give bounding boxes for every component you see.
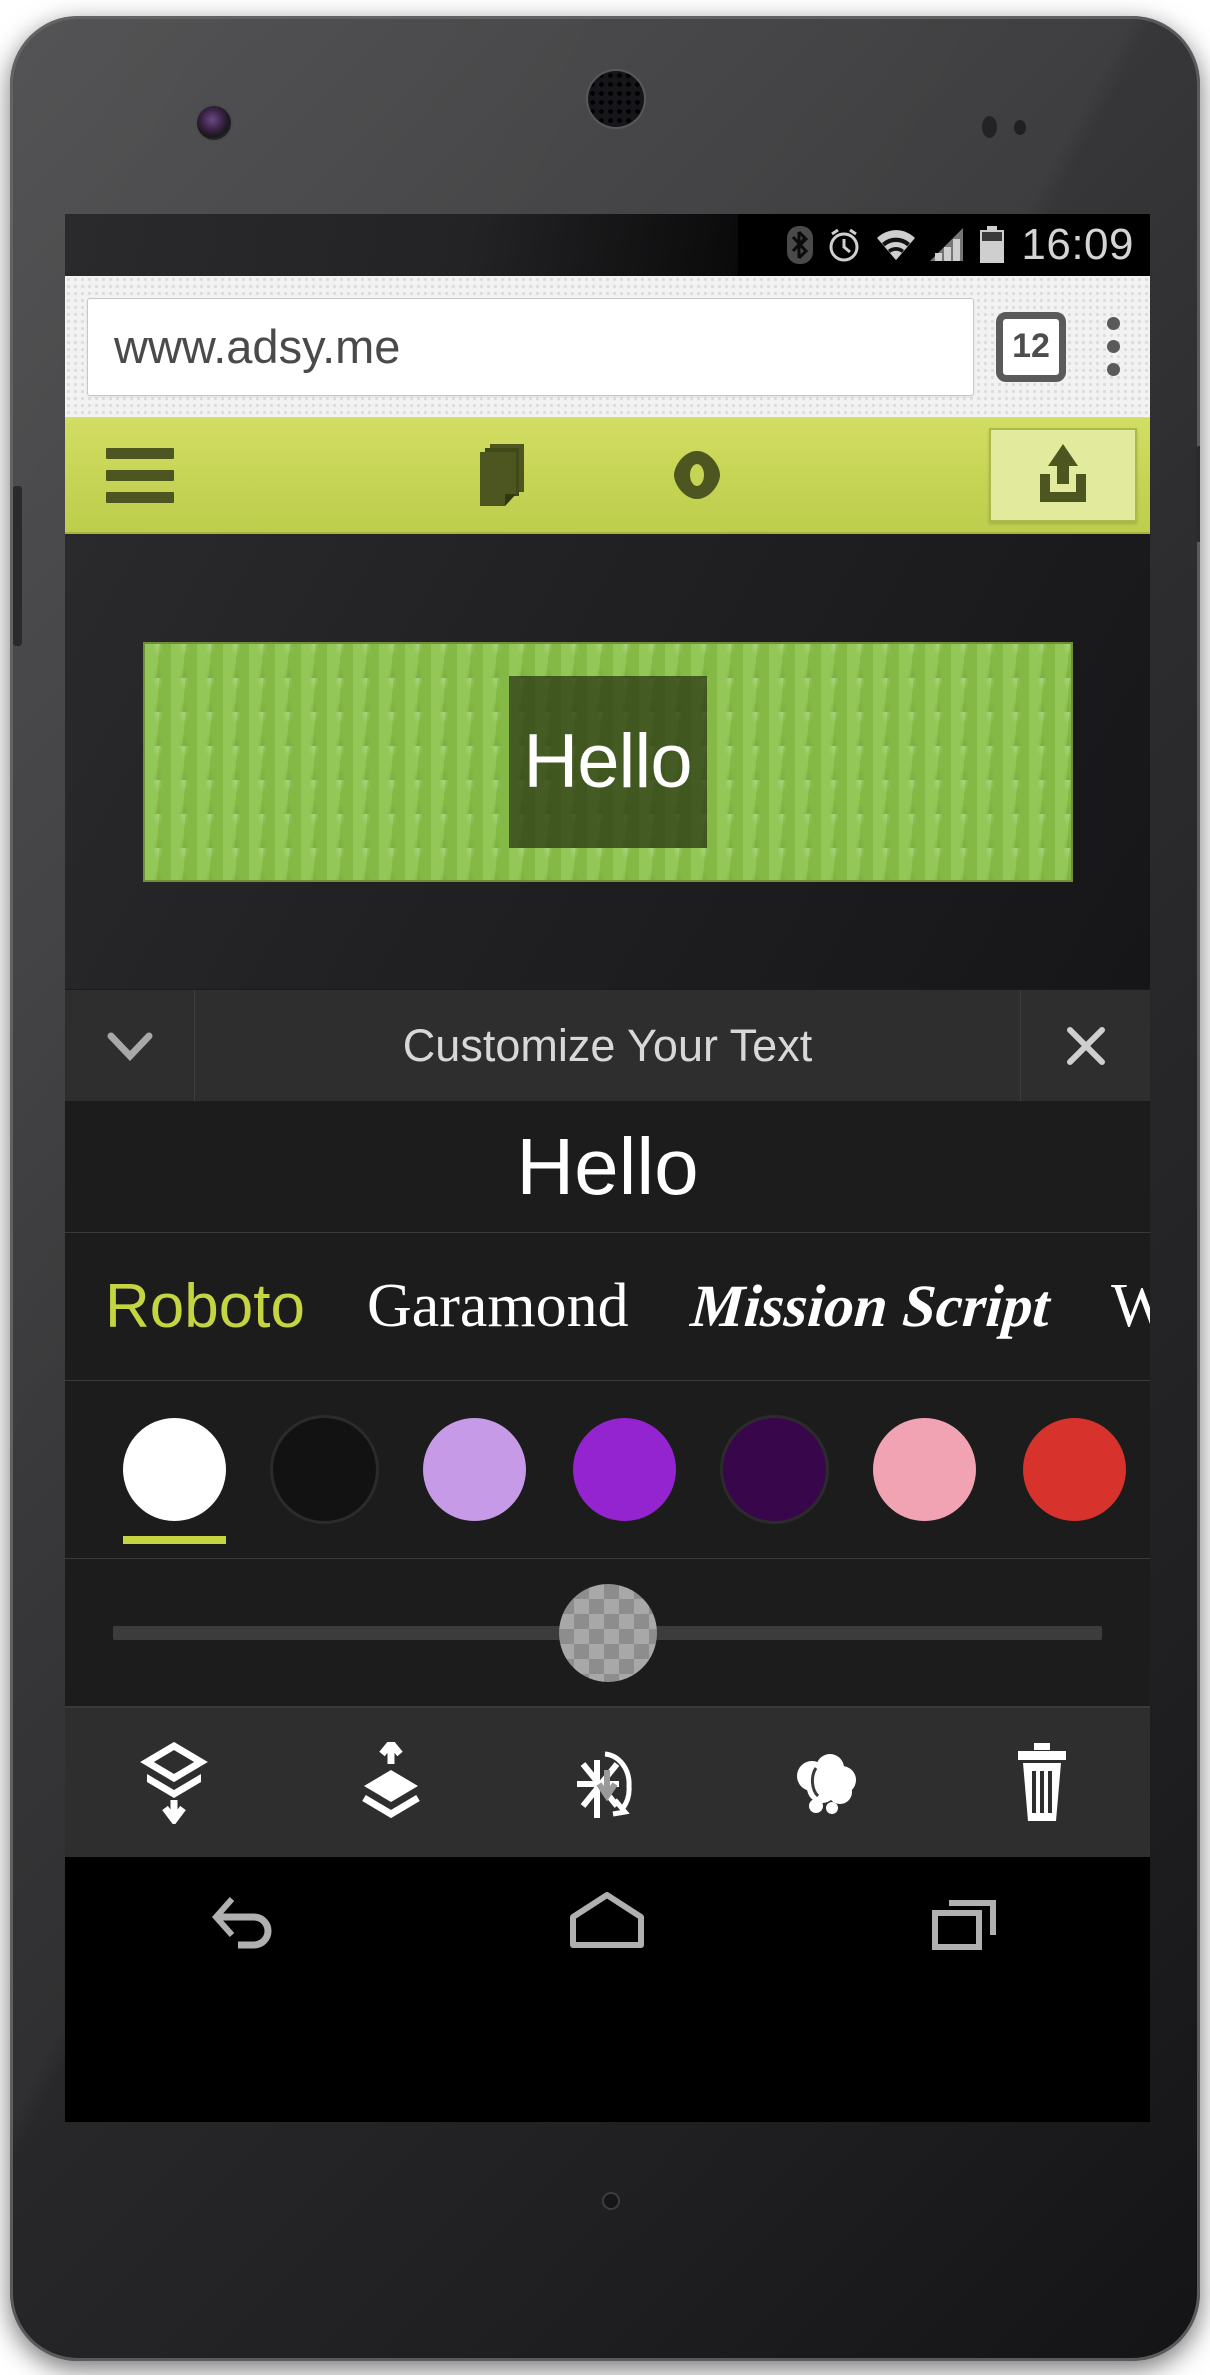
export-button[interactable] bbox=[989, 428, 1137, 522]
home-button[interactable] bbox=[512, 1857, 702, 1987]
color-swatch-fill bbox=[873, 1418, 976, 1521]
status-bar: 16:09 bbox=[65, 214, 1150, 276]
back-icon bbox=[211, 1897, 272, 1949]
earpiece-speaker bbox=[588, 71, 644, 127]
chevron-down-icon bbox=[107, 1032, 152, 1061]
text-layer-content: Hello bbox=[523, 719, 692, 804]
menu-button[interactable] bbox=[65, 418, 215, 532]
delete-icon bbox=[1017, 1742, 1066, 1821]
status-bar-clock: 16:09 bbox=[1021, 220, 1134, 269]
font-picker[interactable]: Roboto Garamond Mission Script W bbox=[65, 1233, 1150, 1381]
recents-icon bbox=[932, 1900, 997, 1950]
color-swatch-fill bbox=[1023, 1418, 1126, 1521]
bluetooth-icon bbox=[787, 226, 814, 264]
flip-rotate-button[interactable] bbox=[528, 1708, 688, 1857]
bring-forward-icon bbox=[361, 1741, 420, 1818]
microphone bbox=[604, 2194, 618, 2208]
color-swatch-fill bbox=[123, 1418, 226, 1521]
color-swatch-fill bbox=[573, 1418, 676, 1521]
light-sensor bbox=[1014, 120, 1026, 135]
delete-button[interactable] bbox=[962, 1708, 1122, 1857]
shadow-icon bbox=[796, 1753, 856, 1814]
layer-action-bar bbox=[65, 1707, 1150, 1857]
color-swatch-black[interactable] bbox=[273, 1418, 376, 1521]
back-button[interactable] bbox=[151, 1857, 341, 1987]
url-text: www.adsy.me bbox=[114, 320, 401, 373]
bring-forward-button[interactable] bbox=[311, 1708, 471, 1857]
wifi-icon bbox=[877, 230, 916, 260]
hamburger-menu-icon bbox=[106, 447, 174, 503]
color-swatch-light-purple[interactable] bbox=[423, 1418, 526, 1521]
color-swatch-purple[interactable] bbox=[573, 1418, 676, 1521]
font-option-roboto[interactable]: Roboto bbox=[105, 1271, 305, 1342]
slider-thumb[interactable] bbox=[558, 1583, 657, 1682]
color-swatch-pink[interactable] bbox=[873, 1418, 976, 1521]
panel-header: Customize Your Text bbox=[65, 989, 1150, 1101]
power-button[interactable] bbox=[1196, 446, 1200, 542]
font-option-mission-script[interactable]: Mission Script bbox=[688, 1272, 1051, 1341]
status-bar-icons bbox=[787, 226, 1005, 264]
volume-button[interactable] bbox=[13, 486, 22, 646]
home-icon bbox=[570, 1892, 645, 1948]
send-backward-button[interactable] bbox=[94, 1708, 254, 1857]
preview-button[interactable] bbox=[632, 418, 762, 532]
color-swatch-fill bbox=[723, 1418, 826, 1521]
canvas-area[interactable]: Hello bbox=[65, 534, 1150, 989]
overflow-menu-icon-dot bbox=[1106, 317, 1120, 330]
text-preview-value: Hello bbox=[516, 1121, 699, 1211]
color-swatch-fill bbox=[423, 1418, 526, 1521]
alarm-icon bbox=[829, 228, 859, 262]
proximity-sensor bbox=[982, 116, 997, 138]
overflow-menu-icon-dot bbox=[1106, 340, 1120, 353]
opacity-slider[interactable] bbox=[65, 1559, 1150, 1707]
front-camera bbox=[197, 106, 231, 140]
pages-button[interactable] bbox=[442, 418, 572, 532]
color-swatch-red[interactable] bbox=[1023, 1418, 1126, 1521]
eye-icon bbox=[674, 451, 720, 499]
collapse-panel-button[interactable] bbox=[65, 990, 195, 1101]
color-swatch-white[interactable] bbox=[123, 1418, 226, 1544]
color-swatch-dark-purple[interactable] bbox=[723, 1418, 826, 1521]
close-icon bbox=[1066, 1026, 1105, 1065]
phone-device-frame: 16:09 www.adsy.me 12 Hello Customize You… bbox=[10, 16, 1200, 2361]
browser-menu-button[interactable] bbox=[1080, 298, 1146, 396]
url-bar[interactable]: www.adsy.me bbox=[87, 297, 974, 396]
panel-title: Customize Your Text bbox=[402, 1019, 813, 1071]
color-picker[interactable] bbox=[65, 1381, 1150, 1559]
signal-icon bbox=[930, 228, 964, 261]
phone-screen: 16:09 www.adsy.me 12 Hello Customize You… bbox=[65, 214, 1150, 2122]
app-toolbar bbox=[65, 418, 1150, 534]
browser-chrome: www.adsy.me 12 bbox=[65, 276, 1150, 418]
font-option-garamond[interactable]: Garamond bbox=[367, 1271, 629, 1342]
battery-icon bbox=[980, 226, 1005, 263]
shadow-button[interactable] bbox=[745, 1708, 905, 1857]
text-preview[interactable]: Hello bbox=[65, 1101, 1150, 1233]
font-option-partial[interactable]: W bbox=[1111, 1271, 1150, 1342]
flip-rotate-icon bbox=[576, 1751, 632, 1818]
status-bar-backdrop bbox=[65, 214, 738, 276]
recents-button[interactable] bbox=[874, 1857, 1064, 1987]
tab-counter-button[interactable]: 12 bbox=[996, 311, 1066, 382]
close-panel-button[interactable] bbox=[1020, 990, 1150, 1101]
android-navigation-bar bbox=[65, 1857, 1150, 1987]
overflow-menu-icon-dot bbox=[1106, 363, 1120, 376]
send-backward-icon bbox=[139, 1741, 208, 1824]
artboard[interactable]: Hello bbox=[142, 641, 1073, 882]
export-upload-icon bbox=[1040, 444, 1086, 502]
pages-icon bbox=[480, 444, 524, 506]
text-layer[interactable]: Hello bbox=[508, 675, 707, 848]
color-swatch-fill bbox=[273, 1418, 376, 1521]
